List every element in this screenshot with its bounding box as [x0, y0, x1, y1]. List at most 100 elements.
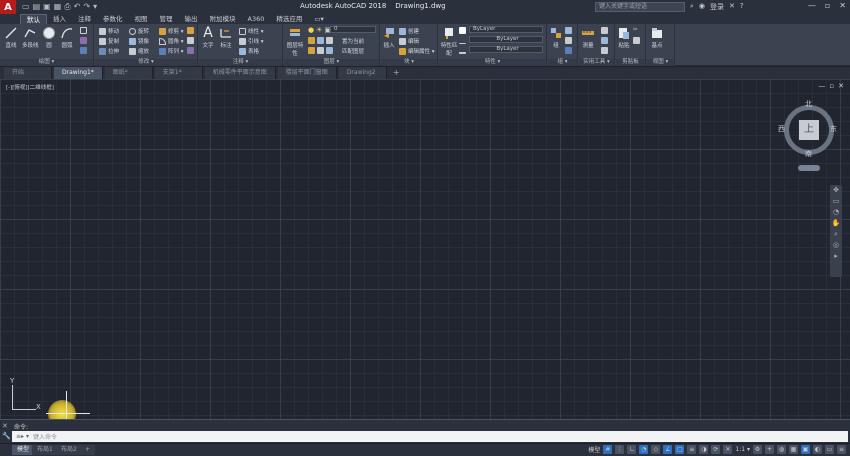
- modify-panel-title[interactable]: 修改 ▾: [95, 59, 197, 66]
- compass-west[interactable]: 西: [778, 124, 785, 134]
- compass-east[interactable]: 东: [830, 124, 837, 134]
- cut-icon[interactable]: ✂: [633, 27, 638, 33]
- dimension-button[interactable]: 标注: [219, 26, 233, 49]
- tab-a360[interactable]: A360: [242, 14, 271, 24]
- tab-manage[interactable]: 管理: [154, 14, 179, 24]
- steering-wheel-icon[interactable]: ✥: [830, 185, 842, 196]
- viewcube-top-face[interactable]: 上: [799, 120, 819, 140]
- pan-icon[interactable]: ✋: [830, 218, 842, 229]
- object-snap-icon[interactable]: □: [675, 445, 685, 454]
- chevron-down-icon[interactable]: ▾: [93, 2, 97, 12]
- annotation-visibility-icon[interactable]: ✕: [723, 445, 733, 454]
- hardware-acceleration-icon[interactable]: ▣: [801, 445, 810, 454]
- table-button[interactable]: 表格: [239, 47, 259, 55]
- viewport-minimize-button[interactable]: —: [818, 82, 825, 90]
- copy-clip-icon[interactable]: [633, 37, 640, 44]
- lineweight-icon[interactable]: [459, 47, 466, 54]
- orbit-icon[interactable]: ◔: [830, 207, 842, 218]
- layers-panel-title[interactable]: 图层 ▾: [284, 59, 379, 66]
- offset-icon[interactable]: [187, 47, 194, 54]
- copy-button[interactable]: 复制: [99, 37, 119, 45]
- tab-addins[interactable]: 附加模块: [204, 14, 242, 24]
- circle-button[interactable]: 圆: [42, 26, 56, 49]
- sun-icon[interactable]: ☀: [316, 26, 322, 34]
- ortho-icon[interactable]: ∟: [627, 445, 637, 454]
- plus-icon[interactable]: +: [765, 445, 774, 454]
- doctab-mechanical-parts[interactable]: 机械零件平面示意图: [204, 67, 276, 79]
- create-block-button[interactable]: 创建: [399, 27, 419, 35]
- doctab-sheet[interactable]: 图纸*: [104, 67, 153, 79]
- login-button[interactable]: 登录: [710, 2, 724, 12]
- grid-icon[interactable]: #: [603, 445, 613, 454]
- erase-icon[interactable]: [187, 27, 194, 34]
- layer-unlock-icon[interactable]: [317, 47, 324, 54]
- match-layer-button[interactable]: 匹配图层: [342, 47, 364, 55]
- viewcube[interactable]: 上 北 南 东 西: [778, 99, 838, 158]
- user-icon[interactable]: ◉: [699, 2, 705, 12]
- color-swatch[interactable]: [459, 27, 466, 34]
- annotation-scale-dropdown[interactable]: 1:1 ▾: [735, 446, 750, 453]
- redo-icon[interactable]: ↷: [83, 2, 90, 12]
- isodraft-icon[interactable]: ◇: [651, 445, 661, 454]
- rectangle-icon[interactable]: [80, 27, 87, 34]
- explode-icon[interactable]: [187, 37, 194, 44]
- doctab-start[interactable]: 开始: [4, 67, 52, 79]
- showmotion-icon[interactable]: ◎: [830, 240, 842, 251]
- workspace-gear-icon[interactable]: ⚙: [753, 445, 762, 454]
- customize-icon[interactable]: 🔧: [2, 432, 11, 440]
- linear-dim-button[interactable]: 线性 ▾: [239, 27, 264, 35]
- tab-featured-apps[interactable]: 精选应用: [270, 14, 308, 24]
- array-button[interactable]: 阵列 ▾: [159, 47, 184, 55]
- ungroup-icon[interactable]: [565, 27, 572, 34]
- lineweight-toggle-icon[interactable]: ≡: [687, 445, 697, 454]
- selection-cycling-icon[interactable]: ⟳: [711, 445, 721, 454]
- group-select-icon[interactable]: [565, 47, 572, 54]
- wcs-menu-button[interactable]: [798, 165, 820, 171]
- open-icon[interactable]: ▤: [33, 2, 41, 12]
- measure-button[interactable]: 测量: [581, 26, 595, 49]
- text-button[interactable]: A 文字: [201, 26, 215, 49]
- close-button[interactable]: ✕: [839, 1, 846, 10]
- object-snap-tracking-icon[interactable]: ∠: [663, 445, 673, 454]
- lightbulb-icon[interactable]: ●: [308, 26, 314, 34]
- save-icon[interactable]: ▣: [43, 2, 51, 12]
- properties-panel-title[interactable]: 特性 ▾: [439, 59, 546, 66]
- drawing-canvas[interactable]: [-][俯视][二维线框] — ▫ ✕ 上 北 南 东 西 ✥ ▭ ◔ ✋ ⌕ …: [0, 79, 850, 428]
- model-space-label[interactable]: 模型: [588, 445, 600, 454]
- utilities-panel-title[interactable]: 实用工具 ▾: [579, 59, 614, 66]
- doctab-bracket[interactable]: 支架1*: [154, 67, 203, 79]
- tab-parametric[interactable]: 参数化: [97, 14, 129, 24]
- make-current-button[interactable]: 置为当前: [342, 37, 364, 45]
- color-dropdown[interactable]: ByLayer: [469, 26, 543, 33]
- edit-block-button[interactable]: 编辑: [399, 37, 419, 45]
- polar-icon[interactable]: ◔: [639, 445, 649, 454]
- units-icon[interactable]: ▦: [789, 445, 798, 454]
- save-as-icon[interactable]: ▦: [54, 2, 62, 12]
- clean-screen-icon[interactable]: ▭: [825, 445, 834, 454]
- tab-layout1[interactable]: 布局1: [32, 445, 58, 455]
- quick-select-icon[interactable]: [601, 37, 608, 44]
- navbar-expand-icon[interactable]: ▸: [830, 251, 842, 262]
- stretch-button[interactable]: 拉伸: [99, 47, 119, 55]
- doctab-drawing2[interactable]: Drawing2: [338, 67, 387, 79]
- tab-view[interactable]: 视图: [129, 14, 154, 24]
- polyline-button[interactable]: 多段线: [22, 26, 39, 49]
- clipboard-panel-title[interactable]: 剪贴板: [616, 59, 645, 66]
- match-properties-button[interactable]: 特性匹配: [440, 26, 458, 57]
- paste-button[interactable]: 粘贴: [617, 26, 631, 49]
- search-icon[interactable]: ⌕: [690, 2, 694, 12]
- tab-output[interactable]: 输出: [179, 14, 204, 24]
- scale-button[interactable]: 缩放: [129, 47, 149, 55]
- id-point-icon[interactable]: [601, 27, 608, 34]
- lineweight-dropdown[interactable]: ByLayer: [469, 46, 543, 53]
- tab-home[interactable]: 默认: [20, 14, 47, 24]
- recent-commands-icon[interactable]: ≡▸ ▾: [16, 433, 29, 440]
- viewport-controls-label[interactable]: [-][俯视][二维线框]: [6, 83, 54, 91]
- groups-panel-title[interactable]: 组 ▾: [548, 59, 577, 66]
- compass-north[interactable]: 北: [805, 99, 812, 109]
- move-button[interactable]: 移动: [99, 27, 119, 35]
- draw-panel-title[interactable]: 绘图 ▾: [0, 59, 93, 66]
- layer-off-icon[interactable]: [308, 37, 315, 44]
- new-icon[interactable]: ▭: [22, 2, 30, 12]
- exchange-icon[interactable]: ✕: [729, 2, 735, 12]
